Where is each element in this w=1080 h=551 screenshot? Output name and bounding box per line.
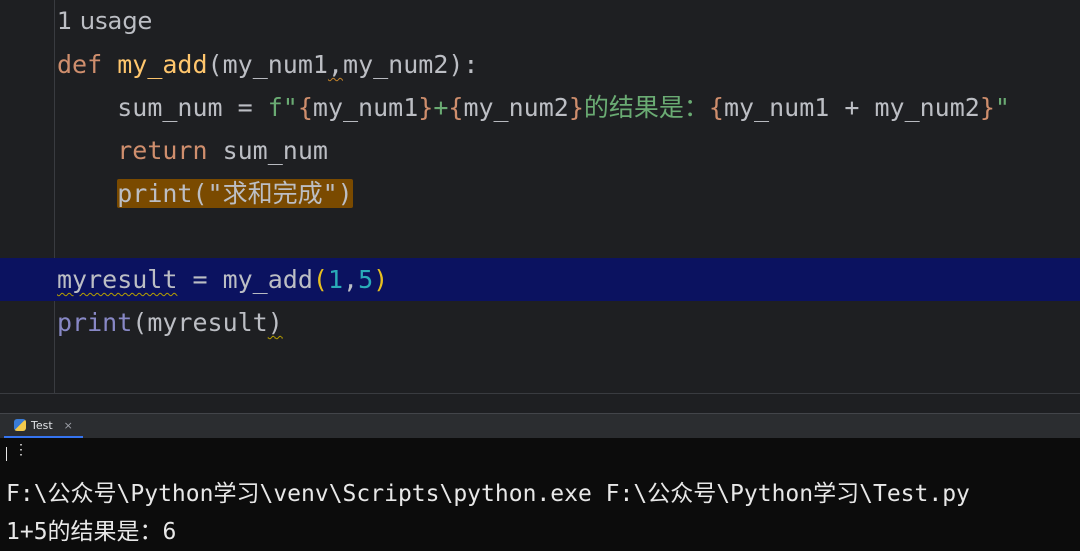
code-line-print-inner[interactable]: print("求和完成") xyxy=(0,172,1080,215)
keyword-return: return xyxy=(117,136,208,165)
arg-comma: , xyxy=(343,265,359,294)
fstring-var: my_num2 xyxy=(463,93,569,122)
assign-op: = xyxy=(222,93,268,122)
paren-close: ) xyxy=(373,265,389,294)
arg-1: 1 xyxy=(327,265,344,294)
paren-open: ( xyxy=(192,179,208,208)
code-line-return[interactable]: return sum_num xyxy=(0,129,1080,172)
code-line-print-result[interactable]: print(myresult) xyxy=(0,301,1080,344)
keyword-def: def xyxy=(57,50,103,79)
param-comma: , xyxy=(327,50,344,79)
paren-close: ) xyxy=(267,308,283,337)
unreachable-code-highlight: print("求和完成") xyxy=(117,179,353,208)
paren-open: ( xyxy=(312,265,328,294)
run-console[interactable]: ⋮ F:\公众号\Python学习\venv\Scripts\python.ex… xyxy=(0,438,1080,551)
param-1: my_num1 xyxy=(222,50,328,79)
usage-hint[interactable]: 1 usage xyxy=(57,0,152,43)
param-2: my_num2 xyxy=(343,50,449,79)
paren-open: ( xyxy=(207,50,223,79)
fstring-var: my_num1 xyxy=(312,93,419,122)
assign-op: = xyxy=(177,265,223,294)
paren-open: ( xyxy=(132,308,148,337)
code-line-blank[interactable] xyxy=(0,215,1080,258)
brace: { xyxy=(297,93,313,122)
print-call: print xyxy=(117,179,193,208)
return-var: sum_num xyxy=(207,136,328,165)
code-line-sum[interactable]: sum_num = f"{my_num1}+{my_num2}的结果是：{my_… xyxy=(0,86,1080,129)
arg-2: 5 xyxy=(358,265,374,294)
run-tab-label: Test xyxy=(31,418,53,432)
run-tool-window-tabs: Test × xyxy=(0,413,1080,439)
more-options-icon[interactable]: ⋮ xyxy=(14,442,28,458)
builtin-print: print xyxy=(57,308,133,337)
python-icon xyxy=(14,419,26,431)
close-icon[interactable]: × xyxy=(64,419,73,432)
fstring-text: + xyxy=(433,93,449,122)
var-myresult: myresult xyxy=(57,265,178,294)
function-name: my_add xyxy=(117,50,208,79)
brace: { xyxy=(448,93,464,122)
paren-close: ): xyxy=(448,50,479,79)
code-line-current[interactable]: myresult = my_add(1,5) xyxy=(0,258,1080,301)
fstring-end: " xyxy=(994,93,1010,122)
fstring-text: 的结果是： xyxy=(583,93,709,122)
brace: } xyxy=(418,93,434,122)
call-my-add: my_add xyxy=(222,265,313,294)
console-output-line: 1+5的结果是：6 xyxy=(6,519,177,545)
brace: { xyxy=(708,93,724,122)
brace: } xyxy=(568,93,584,122)
fstring-expr: my_num1 + my_num2 xyxy=(723,93,980,122)
code-editor[interactable]: 1 usage def my_add(my_num1,my_num2): sum… xyxy=(0,0,1080,393)
console-cursor xyxy=(6,447,7,461)
panel-divider[interactable] xyxy=(0,393,1080,414)
code-line-def[interactable]: def my_add(my_num1,my_num2): xyxy=(0,43,1080,86)
var-sum-num: sum_num xyxy=(117,93,223,122)
run-tab-test[interactable]: Test × xyxy=(4,414,83,438)
arg-myresult: myresult xyxy=(147,308,268,337)
brace: } xyxy=(979,93,995,122)
print-string: "求和完成" xyxy=(207,179,338,208)
fstring-prefix: f" xyxy=(267,93,298,122)
console-command-line: F:\公众号\Python学习\venv\Scripts\python.exe … xyxy=(6,481,970,507)
paren-close: ) xyxy=(337,179,353,208)
usage-hint-line: 1 usage xyxy=(0,0,1080,43)
